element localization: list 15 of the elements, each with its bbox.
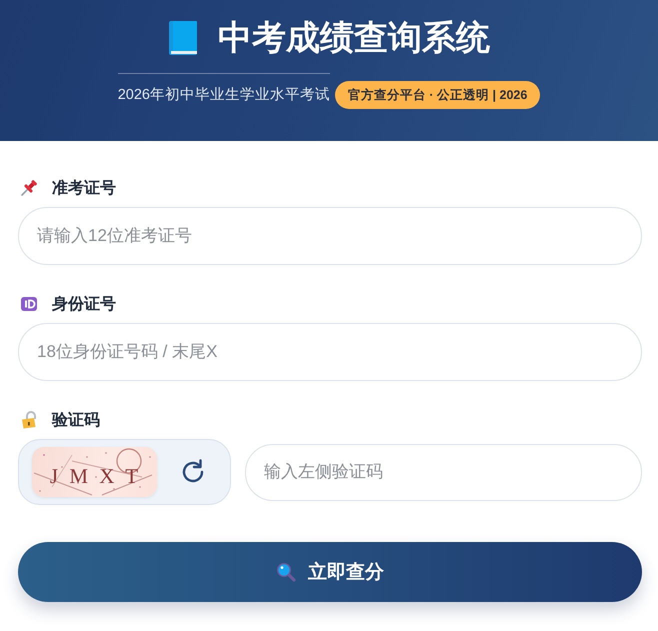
- id-card-icon: [20, 295, 38, 313]
- platform-badge: 官方查分平台 · 公正透明 | 2026: [334, 81, 540, 109]
- input-field[interactable]: 请输入12位准考证号: [18, 207, 642, 265]
- padlock-icon: [20, 411, 38, 429]
- field-label: 验证码: [52, 410, 100, 430]
- query-score-button[interactable]: 立即查分: [18, 542, 642, 602]
- exam-subtitle: 2026年初中毕业生学业水平考试: [118, 86, 330, 105]
- book-icon: [168, 20, 198, 56]
- input-field[interactable]: 18位身份证号码 / 末尾X: [18, 323, 642, 381]
- page-title: 中考成绩查询系统: [218, 18, 490, 58]
- field-label: 身份证号: [52, 294, 116, 314]
- pushpin-icon: [20, 179, 38, 197]
- search-icon: [276, 562, 296, 582]
- captcha-input-field[interactable]: 输入左侧验证码: [245, 444, 642, 500]
- field-label: 准考证号: [52, 178, 116, 198]
